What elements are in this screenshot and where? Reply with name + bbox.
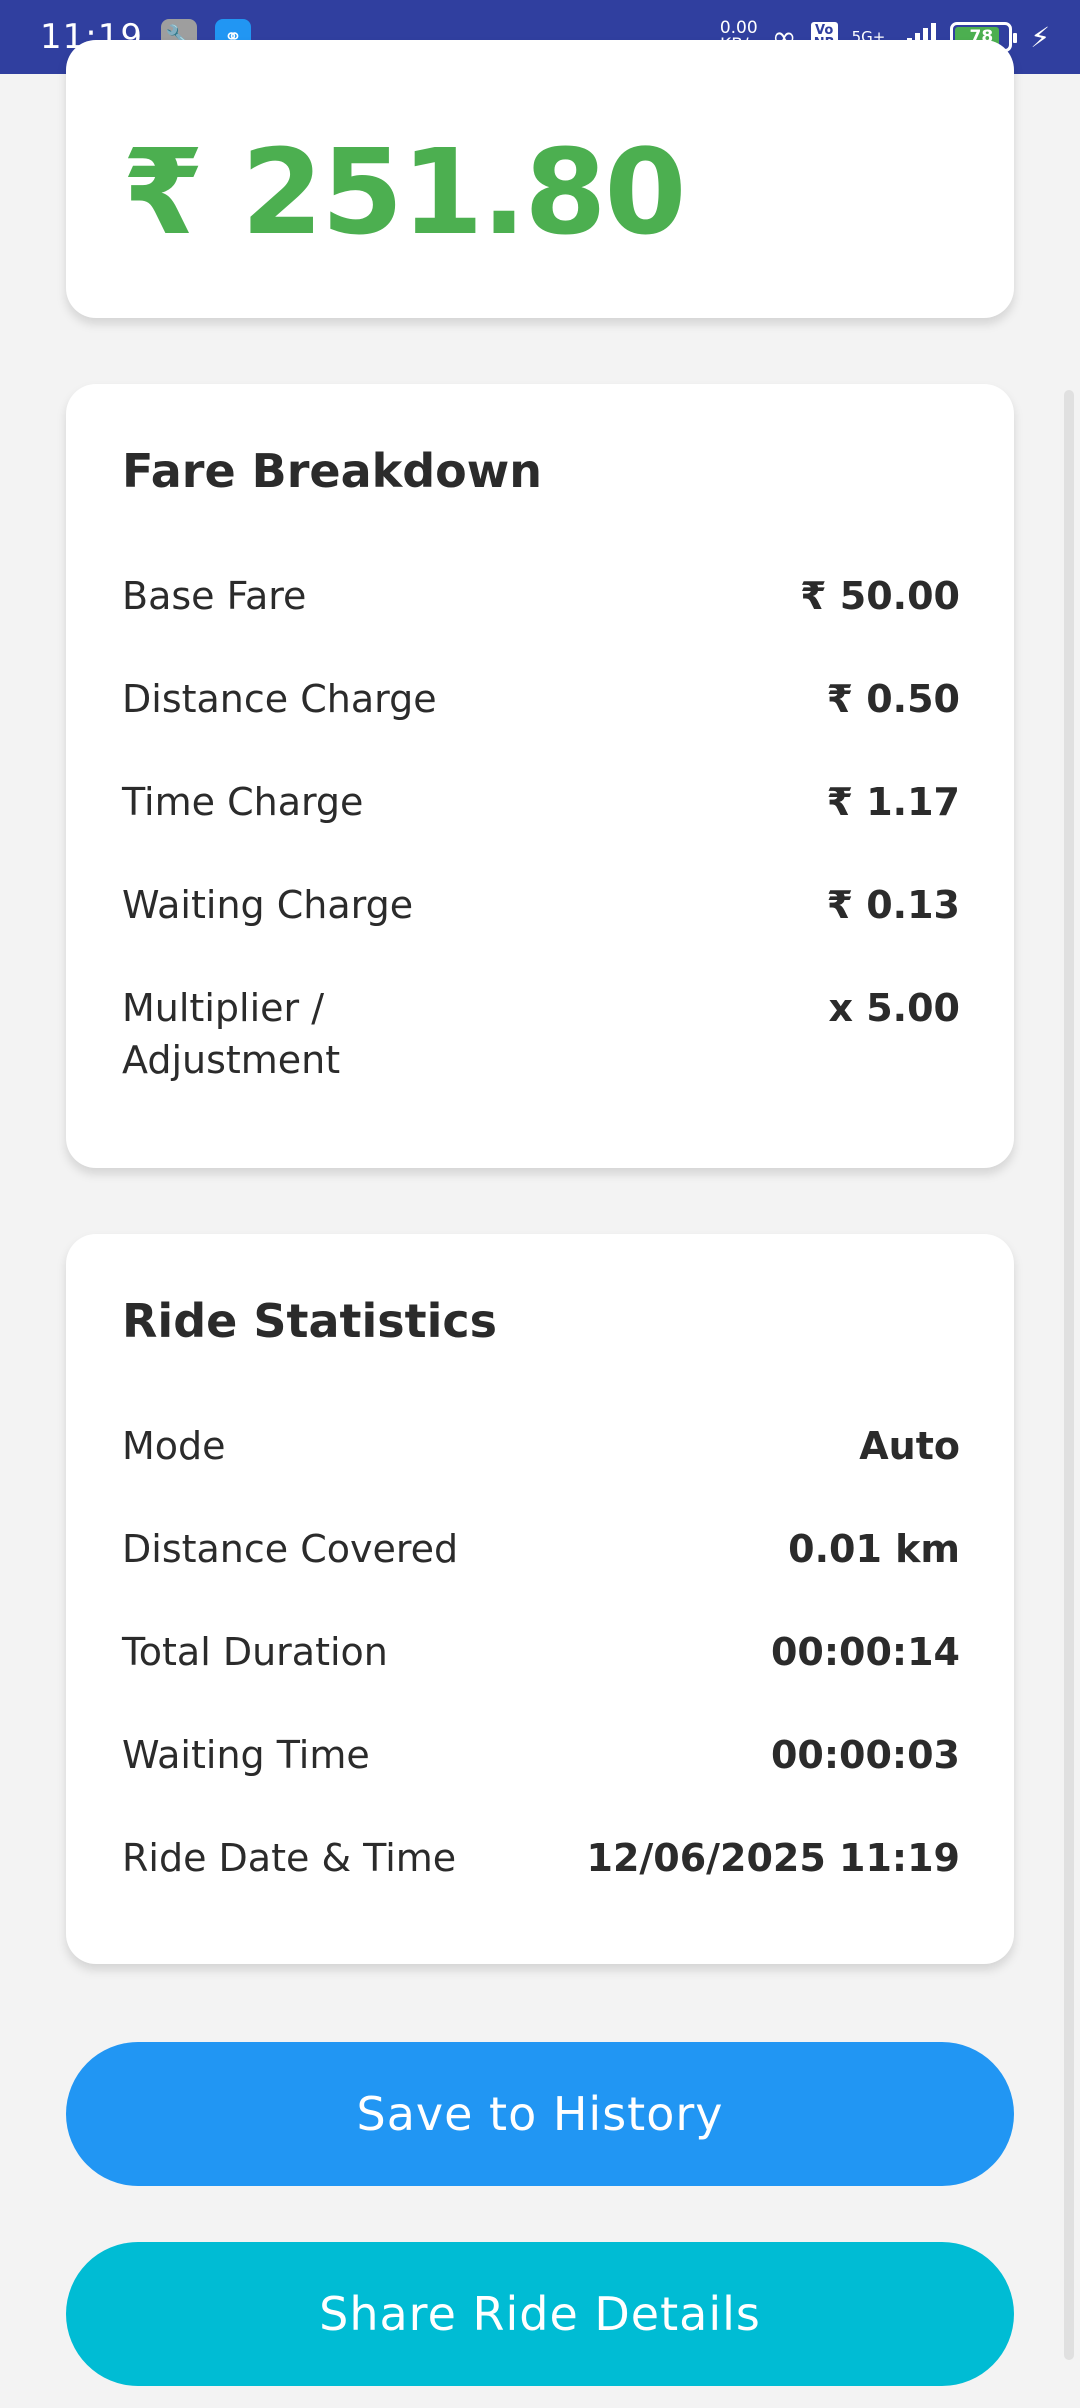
breakdown-value: ₹ 0.50 <box>826 677 960 721</box>
breakdown-label: Time Charge <box>122 780 364 824</box>
stats-row-distance: Distance Covered 0.01 km <box>122 1523 960 1575</box>
stats-label: Total Duration <box>122 1630 388 1674</box>
breakdown-row-waiting-charge: Waiting Charge ₹ 0.13 <box>122 879 960 931</box>
breakdown-row-multiplier: Multiplier / Adjustment x 5.00 <box>122 982 960 1086</box>
fare-breakdown-card: Fare Breakdown Base Fare ₹ 50.00 Distanc… <box>66 384 1014 1168</box>
stats-value: 00:00:14 <box>770 1630 960 1674</box>
breakdown-row-base-fare: Base Fare ₹ 50.00 <box>122 570 960 622</box>
breakdown-label: Distance Charge <box>122 677 437 721</box>
breakdown-value: ₹ 50.00 <box>800 574 960 618</box>
breakdown-label: Waiting Charge <box>122 883 414 927</box>
scrollbar[interactable] <box>1064 390 1074 2360</box>
breakdown-label: Base Fare <box>122 574 307 618</box>
stats-row-date-time: Ride Date & Time 12/06/2025 11:19 <box>122 1832 960 1884</box>
stats-row-mode: Mode Auto <box>122 1420 960 1472</box>
stats-row-waiting-time: Waiting Time 00:00:03 <box>122 1729 960 1781</box>
stats-value: Auto <box>859 1424 960 1468</box>
breakdown-row-distance-charge: Distance Charge ₹ 0.50 <box>122 673 960 725</box>
stats-value: 12/06/2025 11:19 <box>586 1836 960 1880</box>
share-ride-details-button[interactable]: Share Ride Details <box>66 2242 1014 2386</box>
stats-label: Waiting Time <box>122 1733 370 1777</box>
save-to-history-button[interactable]: Save to History <box>66 2042 1014 2186</box>
stats-label: Mode <box>122 1424 226 1468</box>
stats-label: Distance Covered <box>122 1527 459 1571</box>
breakdown-row-time-charge: Time Charge ₹ 1.17 <box>122 776 960 828</box>
breakdown-value: ₹ 0.13 <box>826 883 960 927</box>
breakdown-value: x 5.00 <box>828 986 961 1030</box>
charging-icon: ⚡ <box>1030 20 1050 54</box>
ride-statistics-title: Ride Statistics <box>122 1294 498 1348</box>
stats-row-duration: Total Duration 00:00:14 <box>122 1626 960 1678</box>
stats-label: Ride Date & Time <box>122 1836 457 1880</box>
breakdown-label: Multiplier / Adjustment <box>122 986 341 1082</box>
breakdown-value: ₹ 1.17 <box>826 780 960 824</box>
fare-total-card: ₹ 251.80 <box>66 40 1014 318</box>
stats-value: 0.01 km <box>788 1527 960 1571</box>
fare-breakdown-title: Fare Breakdown <box>122 444 543 498</box>
stats-value: 00:00:03 <box>770 1733 960 1777</box>
ride-statistics-card: Ride Statistics Mode Auto Distance Cover… <box>66 1234 1014 1964</box>
fare-total-amount: ₹ 251.80 <box>122 123 687 261</box>
